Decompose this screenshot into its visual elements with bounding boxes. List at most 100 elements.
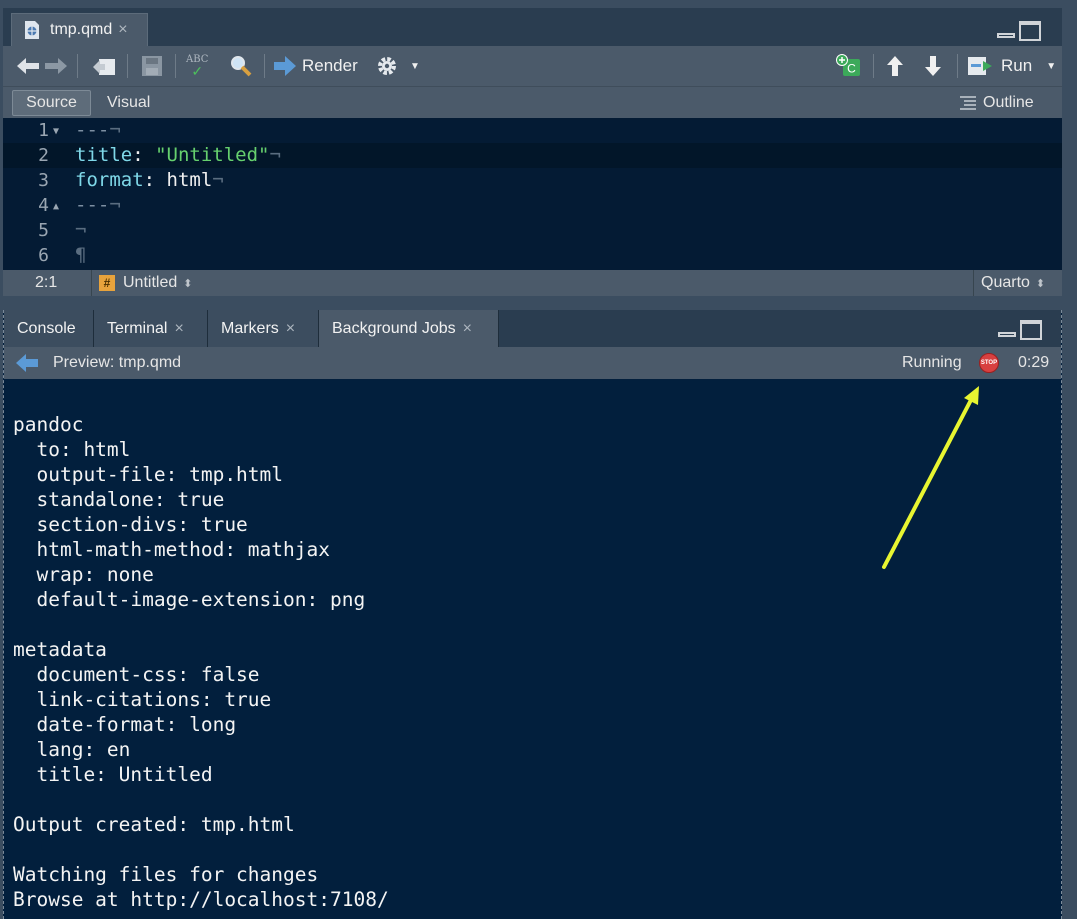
line-number: 3 bbox=[38, 170, 49, 191]
output-line: link-citations: true bbox=[13, 688, 272, 711]
output-line: default-image-extension: png bbox=[13, 588, 366, 611]
tab-markers[interactable]: Markers × bbox=[208, 310, 319, 347]
fold-marker-icon[interactable]: ▲ bbox=[53, 194, 59, 219]
source-mode-button[interactable]: Source bbox=[12, 90, 91, 116]
output-line: date-format: long bbox=[13, 713, 237, 736]
close-icon[interactable]: × bbox=[286, 320, 295, 338]
output-line: Output created: tmp.html bbox=[13, 813, 295, 836]
minimize-icon[interactable] bbox=[998, 332, 1016, 337]
back-arrow-icon[interactable] bbox=[14, 352, 40, 379]
svg-text:C: C bbox=[847, 62, 856, 76]
cursor-position-label: 2:1 bbox=[35, 274, 58, 291]
toolbar-divider bbox=[77, 54, 78, 78]
stop-icon[interactable]: STOP bbox=[979, 353, 999, 373]
code-line[interactable]: 1 ▼ ---¬ bbox=[3, 118, 1062, 143]
line-number: 5 bbox=[38, 220, 49, 241]
end-of-line-marker: ¬ bbox=[109, 194, 121, 216]
status-divider bbox=[973, 270, 974, 296]
check-mark-icon: ✓ bbox=[191, 63, 204, 79]
close-icon[interactable]: × bbox=[118, 21, 127, 39]
code-line[interactable]: 3 format: html¬ bbox=[3, 168, 1062, 193]
fold-marker-icon[interactable]: ▼ bbox=[53, 119, 59, 144]
minimize-icon[interactable] bbox=[997, 33, 1015, 38]
jobs-tabbar: Console Terminal × Markers × Background … bbox=[4, 310, 1061, 347]
visual-mode-label: Visual bbox=[107, 94, 151, 111]
line-number: 1 bbox=[38, 120, 49, 141]
up-down-icon: ⬍ bbox=[183, 277, 193, 290]
tab-terminal[interactable]: Terminal × bbox=[94, 310, 208, 347]
editor-mode-bar: Source Visual Outline bbox=[3, 86, 1062, 119]
tab-console[interactable]: Console bbox=[4, 310, 94, 347]
output-line: metadata bbox=[13, 638, 107, 661]
output-line: section-divs: true bbox=[13, 513, 248, 536]
code-token: --- bbox=[75, 194, 110, 216]
spellcheck-icon[interactable]: ABC ✓ bbox=[186, 46, 208, 86]
jobs-window-controls bbox=[998, 320, 1042, 340]
jobs-pane: Console Terminal × Markers × Background … bbox=[3, 310, 1062, 919]
code-text: ¬ bbox=[75, 218, 86, 243]
save-icon[interactable] bbox=[141, 46, 163, 86]
tab-background-jobs[interactable]: Background Jobs × bbox=[319, 310, 499, 347]
close-icon[interactable]: × bbox=[463, 320, 472, 338]
insert-chunk-icon: C bbox=[836, 54, 860, 76]
editor-toolbar: ABC ✓ Render ▼ C Run ▼ bbox=[3, 46, 1062, 86]
chevron-down-icon: ▼ bbox=[410, 60, 420, 72]
editor-tab-tmp-qmd[interactable]: tmp.qmd × bbox=[11, 13, 148, 46]
code-token: title bbox=[75, 144, 133, 166]
close-icon[interactable]: × bbox=[174, 320, 183, 338]
section-navigator[interactable]: # Untitled ⬍ bbox=[99, 270, 192, 296]
render-button[interactable]: Render bbox=[273, 46, 358, 86]
settings-button[interactable]: ▼ bbox=[376, 46, 420, 86]
tab-label: Markers bbox=[221, 319, 279, 337]
search-icon[interactable] bbox=[229, 46, 253, 86]
code-token: "Untitled" bbox=[155, 144, 270, 166]
forward-arrow-icon[interactable] bbox=[43, 46, 69, 86]
code-token: : html bbox=[143, 169, 213, 191]
job-output[interactable]: pandoc to: html output-file: tmp.html st… bbox=[4, 379, 1061, 919]
status-divider bbox=[91, 270, 92, 296]
output-line: Browse at http://localhost:7108/ bbox=[13, 888, 389, 911]
source-mode-label: Source bbox=[26, 94, 77, 111]
end-of-line-marker: ¬ bbox=[109, 119, 121, 141]
output-line: to: html bbox=[13, 438, 131, 461]
code-token: --- bbox=[75, 119, 110, 141]
output-line: wrap: none bbox=[13, 563, 154, 586]
output-line: output-file: tmp.html bbox=[13, 463, 284, 486]
code-text: ---¬ bbox=[75, 193, 121, 218]
show-in-window-icon[interactable] bbox=[91, 46, 117, 86]
code-line[interactable]: 5 ¬ bbox=[3, 218, 1062, 243]
output-line: pandoc bbox=[13, 413, 84, 436]
tab-label: Background Jobs bbox=[332, 319, 456, 337]
maximize-icon[interactable] bbox=[1020, 320, 1042, 340]
visual-mode-button[interactable]: Visual bbox=[95, 90, 162, 116]
render-arrow-icon bbox=[274, 56, 296, 76]
outline-button[interactable]: Outline bbox=[947, 90, 1046, 116]
code-line[interactable]: 6 ¶ bbox=[3, 243, 1062, 268]
code-editor[interactable]: 1 ▼ ---¬ 2 title: "Untitled"¬ 3 format: html¬ 4… bbox=[3, 118, 1062, 270]
cursor-position: 2:1 bbox=[35, 270, 57, 296]
tab-label: Terminal bbox=[107, 319, 168, 337]
end-of-line-marker: ¬ bbox=[269, 144, 281, 166]
outline-label: Outline bbox=[983, 94, 1034, 111]
output-line: title: Untitled bbox=[13, 763, 213, 786]
output-line: html-math-method: mathjax bbox=[13, 538, 330, 561]
up-arrow-icon[interactable] bbox=[885, 46, 905, 86]
output-line: standalone: true bbox=[13, 488, 225, 511]
gear-icon bbox=[378, 57, 396, 75]
output-line: lang: en bbox=[13, 738, 131, 761]
down-arrow-icon[interactable] bbox=[923, 46, 943, 86]
chevron-down-icon: ▼ bbox=[1046, 60, 1057, 72]
outline-icon bbox=[960, 96, 976, 110]
back-arrow-icon[interactable] bbox=[15, 46, 41, 86]
maximize-icon[interactable] bbox=[1019, 21, 1041, 41]
code-text: title: "Untitled"¬ bbox=[75, 143, 281, 168]
end-of-line-marker: ¶ bbox=[75, 244, 87, 266]
code-line[interactable]: 4 ▲ ---¬ bbox=[3, 193, 1062, 218]
editor-pane: tmp.qmd × ABC ✓ Render ▼ C Run ▼ Source … bbox=[3, 8, 1062, 296]
code-line[interactable]: 2 title: "Untitled"¬ bbox=[3, 143, 1062, 168]
filetype-label: Quarto bbox=[981, 274, 1030, 291]
insert-chunk-button[interactable]: C bbox=[835, 46, 861, 86]
run-button[interactable]: Run ▼ bbox=[967, 46, 1056, 86]
section-label: Untitled bbox=[123, 274, 178, 291]
filetype-selector[interactable]: Quarto ⬍ bbox=[981, 270, 1045, 296]
